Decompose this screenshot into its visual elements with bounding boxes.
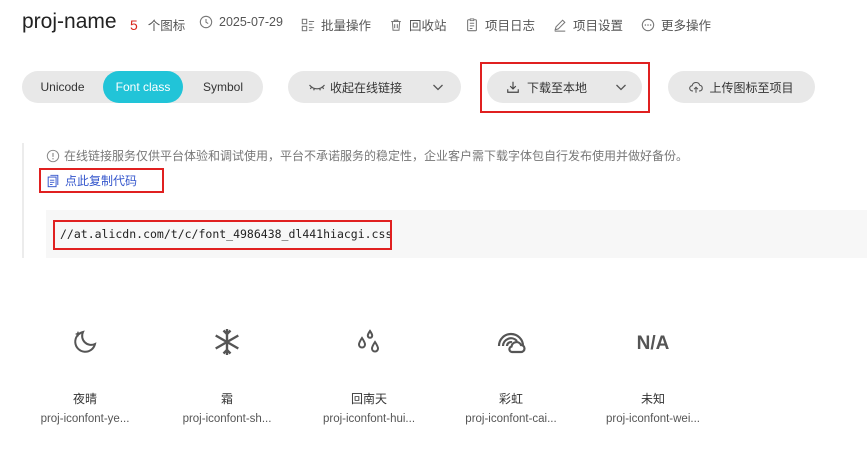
copy-highlight-frame [39, 168, 164, 193]
icon-name: 彩虹 [498, 392, 523, 406]
icon-name: 夜晴 [72, 392, 97, 406]
cloud-upload-icon [689, 80, 704, 94]
project-title: proj-name [22, 10, 117, 33]
more-icon [641, 18, 655, 32]
tab-font-class[interactable]: Font class [103, 71, 183, 103]
icon-class: proj-iconfont-wei... [606, 413, 700, 425]
log-icon [465, 17, 479, 32]
batch-action[interactable]: 批量操作 [301, 15, 371, 34]
icon-name: 未知 [640, 392, 665, 406]
clock-icon [199, 15, 213, 29]
icon-card[interactable]: N/A 未知 proj-iconfont-wei... [593, 320, 713, 425]
icon-name: 霜 [220, 392, 233, 406]
droplets-icon [309, 320, 429, 364]
rainbow-icon [451, 320, 571, 364]
chevron-down-icon [431, 80, 445, 94]
project-date: 2025-07-29 [199, 15, 283, 29]
snowflake-icon [167, 320, 287, 364]
collapse-online-link-label: 收起在线链接 [330, 80, 403, 95]
icon-class: proj-iconfont-cai... [465, 413, 557, 425]
icon-class: proj-iconfont-hui... [322, 413, 416, 425]
batch-label: 批量操作 [321, 19, 372, 33]
icon-card[interactable]: 夜晴 proj-iconfont-ye... [25, 320, 145, 425]
url-highlight-frame [53, 220, 392, 250]
more-label: 更多操作 [661, 19, 712, 33]
icon-name: 回南天 [350, 392, 387, 406]
icon-count-label: 个图标 [147, 19, 186, 33]
notice-divider [22, 143, 24, 258]
log-label: 项目日志 [485, 19, 536, 33]
pencil-settings-icon [553, 18, 567, 32]
collapse-online-link-button[interactable]: 收起在线链接 [288, 71, 461, 103]
date-text: 2025-07-29 [219, 15, 283, 29]
icon-count-number: 5 [130, 16, 138, 33]
settings-action[interactable]: 项目设置 [553, 15, 623, 34]
svg-text:N/A: N/A [637, 333, 669, 354]
trash-icon [389, 18, 403, 32]
icon-class: proj-iconfont-ye... [40, 413, 130, 425]
icon-card[interactable]: 回南天 proj-iconfont-hui... [309, 320, 429, 425]
icon-class: proj-iconfont-sh... [182, 413, 272, 425]
icon-card[interactable]: 彩虹 proj-iconfont-cai... [451, 320, 571, 425]
eye-closed-icon [308, 80, 326, 94]
icon-card[interactable]: 霜 proj-iconfont-sh... [167, 320, 287, 425]
more-action[interactable]: 更多操作 [641, 15, 711, 34]
na-icon: N/A [593, 320, 713, 364]
trash-action[interactable]: 回收站 [389, 15, 447, 34]
trash-label: 回收站 [409, 19, 447, 33]
tab-symbol[interactable]: Symbol [183, 71, 263, 103]
log-action[interactable]: 项目日志 [465, 15, 535, 34]
icon-count: 5 个图标 [130, 15, 185, 34]
moon-night-icon [25, 320, 145, 364]
tab-unicode[interactable]: Unicode [22, 71, 103, 103]
upload-icon-button[interactable]: 上传图标至项目 [668, 71, 815, 103]
font-type-tabs: Unicode Font class Symbol [22, 71, 263, 103]
notice: 在线链接服务仅供平台体验和调试使用，平台不承诺服务的稳定性，企业客户需下载字体包… [46, 147, 688, 164]
info-icon [46, 149, 60, 163]
upload-label: 上传图标至项目 [709, 80, 794, 95]
batch-icon [301, 18, 315, 32]
download-highlight-frame [480, 62, 650, 113]
settings-label: 项目设置 [573, 19, 624, 33]
notice-text: 在线链接服务仅供平台体验和调试使用，平台不承诺服务的稳定性，企业客户需下载字体包… [64, 149, 689, 163]
